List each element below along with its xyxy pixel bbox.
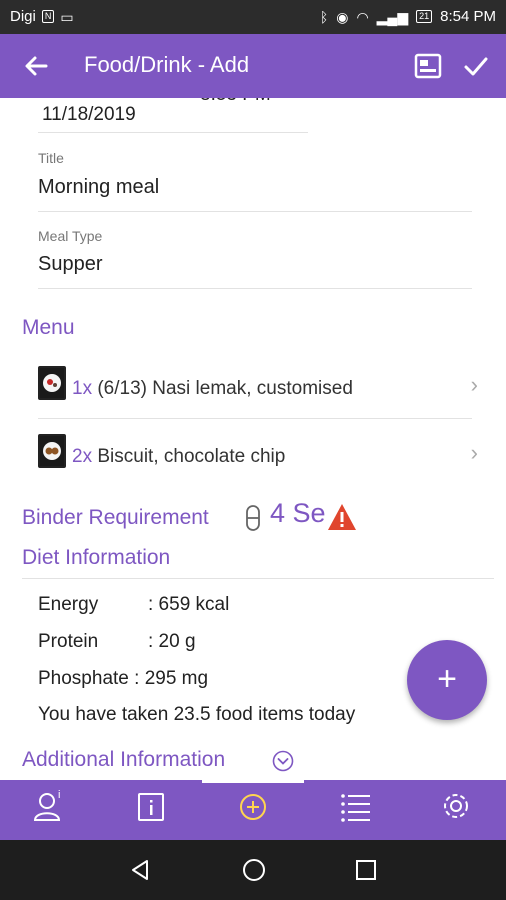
carrier-name: Digi [10,8,36,25]
diet-value: : 20 g [148,631,196,652]
screen-cast-icon: ▭ [60,8,74,25]
menu-item[interactable]: 2x Biscuit, chocolate chip › [38,432,478,482]
eye-icon: ◉ [336,8,349,25]
wifi-icon: ◠ [356,8,369,25]
clock: 8:54 PM [440,8,496,25]
diet-row-phosphate: Phosphate : 295 mg [38,668,208,690]
menu-item-qty: 1x [72,378,93,399]
diet-note: You have taken 23.5 food items today [38,704,356,725]
info-book-icon[interactable] [121,780,181,840]
bottom-nav: i [0,780,506,840]
diet-key: Energy [38,594,99,615]
status-right: ᛒ ◉ ◠ ▂▄▆ 21 8:54 PM [320,8,496,25]
status-bar: Digi N ▭ ᛒ ◉ ◠ ▂▄▆ 21 8:54 PM [0,0,506,34]
title-label: Title [38,150,64,166]
system-nav-bar [0,840,506,900]
diet-key: Phosphate [38,668,129,689]
date-underline [38,132,308,133]
binder-heading: Binder Requirement [22,506,209,529]
nav-back-icon[interactable] [128,858,152,882]
menu-item-text: 1x (6/13) Nasi lemak, customised [72,378,353,400]
battery-icon: 21 [416,10,433,23]
chevron-right-icon: › [470,440,478,465]
binder-value: 4 Se [270,498,326,528]
date-field[interactable]: 11/18/2019 [42,104,136,126]
add-circle-icon[interactable] [223,780,283,840]
diet-divider [22,578,494,579]
menu-divider [38,418,472,419]
meal-type-underline [38,288,472,289]
chevron-right-icon: › [470,372,478,397]
time-field[interactable]: 8:53 PM [200,98,271,106]
settings-gear-icon[interactable] [426,780,486,840]
list-icon[interactable] [325,780,385,840]
nfc-icon: N [41,10,55,23]
signal-icon: ▂▄▆ [376,8,409,25]
menu-item-qty: 2x [72,446,93,467]
page-title: Food/Drink - Add [84,52,250,77]
image-icon[interactable] [414,52,442,80]
diet-row-protein: Protein : 20 g [38,631,196,653]
additional-heading[interactable]: Additional Information [22,748,225,772]
diet-value: : 295 mg [134,668,209,689]
diet-value: : 659 kcal [148,594,230,615]
title-input[interactable]: Morning meal [38,176,159,199]
svg-text:i: i [58,789,60,801]
status-left: Digi N ▭ [10,8,74,25]
menu-item-name: (6/13) Nasi lemak, customised [97,378,353,399]
diet-heading: Diet Information [22,546,171,569]
pill-icon [246,505,260,531]
app-bar: Food/Drink - Add [0,34,506,98]
diet-key: Protein [38,631,99,652]
add-fab-button[interactable]: + [407,640,487,720]
battery-level: 21 [419,11,430,21]
menu-heading: Menu [22,316,75,339]
diet-row-energy: Energy : 659 kcal [38,594,229,616]
food-thumbnail [38,366,66,400]
meal-type-label: Meal Type [38,228,103,244]
menu-item-text: 2x Biscuit, chocolate chip [72,446,285,468]
menu-item[interactable]: 1x (6/13) Nasi lemak, customised › [38,364,478,414]
nav-home-icon[interactable] [242,858,266,882]
food-thumbnail [38,434,66,468]
bluetooth-icon: ᛒ [319,8,329,25]
warning-icon[interactable] [326,502,358,532]
meal-type-select[interactable]: Supper [38,253,103,276]
menu-item-name: Biscuit, chocolate chip [97,446,286,467]
arrow-back-icon[interactable] [20,50,52,82]
profile-info-icon[interactable]: i [20,780,80,840]
expand-circle-icon[interactable] [272,750,294,772]
nav-recents-icon[interactable] [354,858,378,882]
check-icon[interactable] [462,52,490,80]
title-underline [38,211,472,212]
